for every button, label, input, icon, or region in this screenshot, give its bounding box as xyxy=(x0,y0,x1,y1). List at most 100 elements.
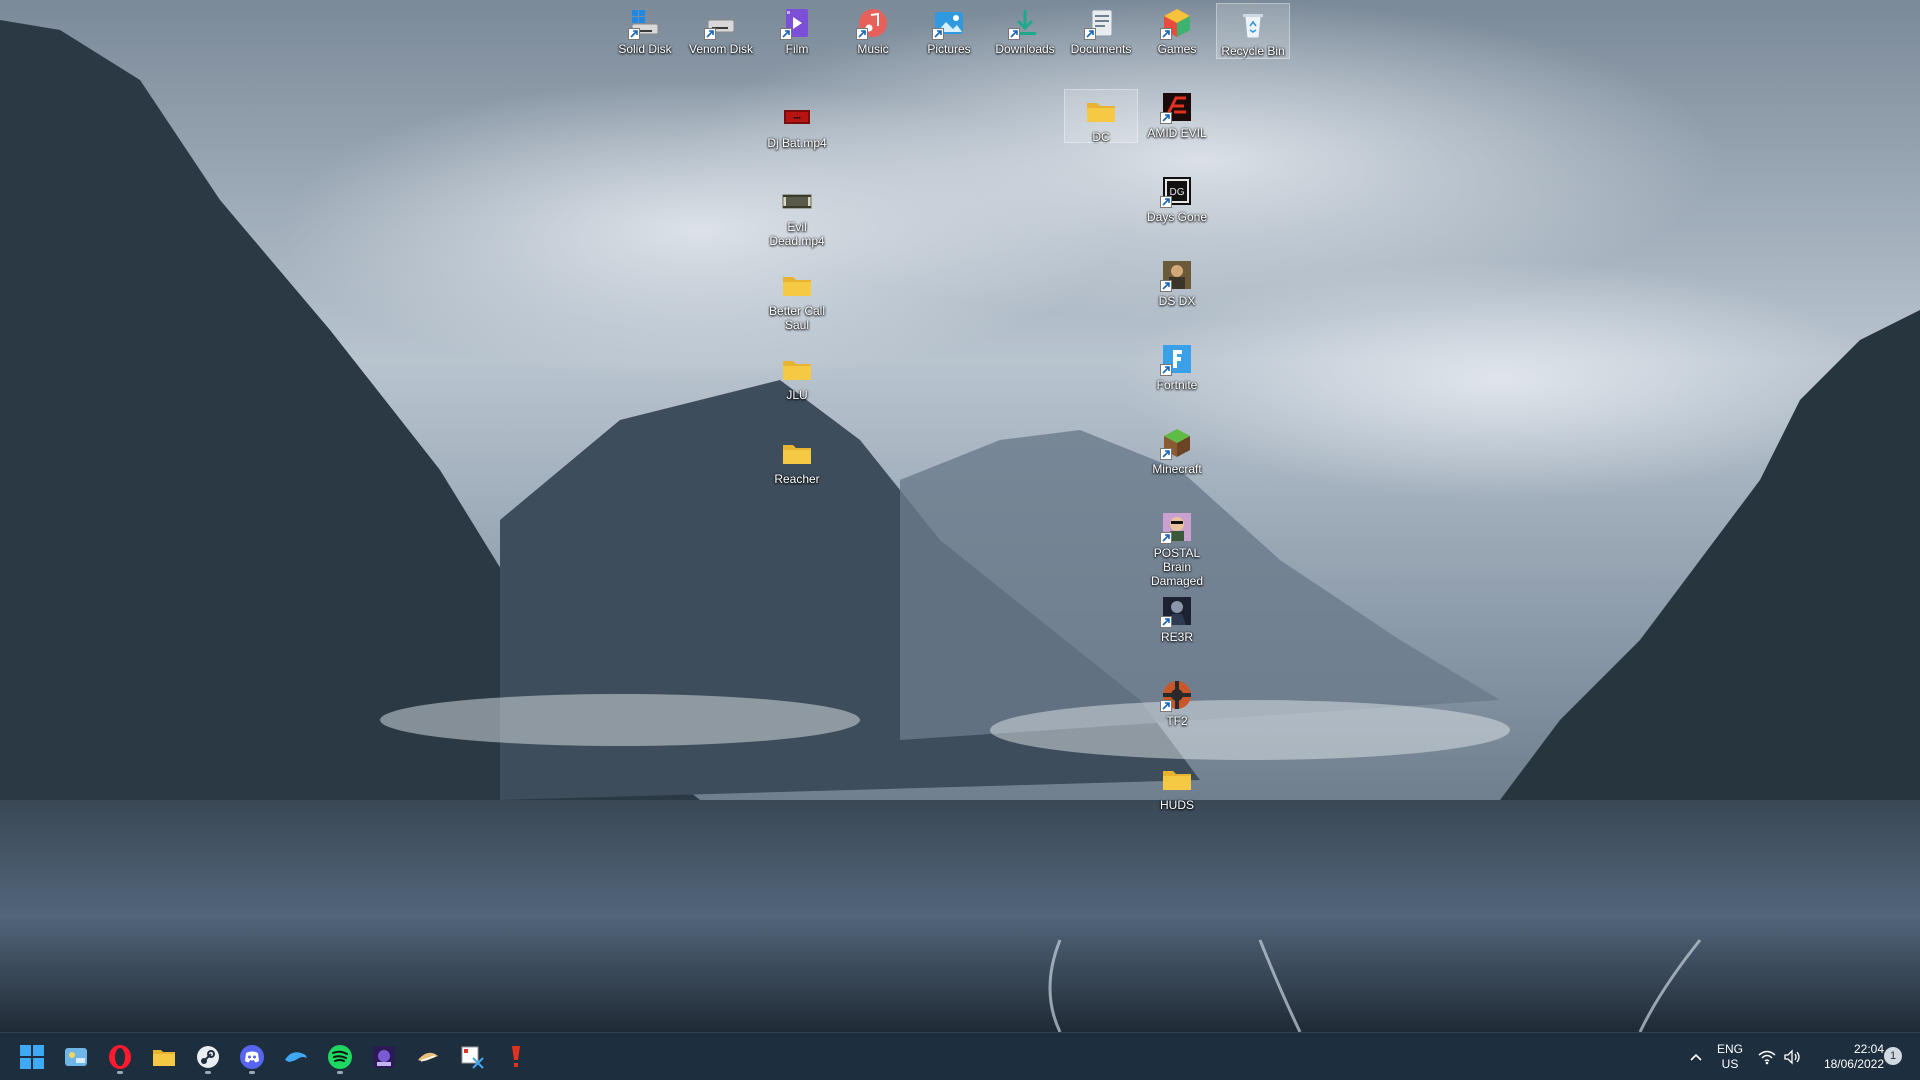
games-shortcut[interactable]: Games xyxy=(1139,2,1215,56)
desktop-icon-label: TF2 xyxy=(1166,714,1188,728)
postal-brain-damaged-shortcut[interactable]: POSTAL Brain Damaged xyxy=(1139,506,1215,588)
shortcut-arrow-icon xyxy=(1084,28,1096,40)
widgets-button[interactable] xyxy=(58,1039,94,1075)
steam-app[interactable] xyxy=(190,1039,226,1075)
volume-button[interactable] xyxy=(1782,1047,1802,1067)
documents-shortcut[interactable]: Documents xyxy=(1063,2,1139,56)
jlu-folder[interactable]: JLU xyxy=(759,348,835,402)
desktop-icon-label: Days Gone xyxy=(1146,210,1208,224)
shortcut-arrow-icon xyxy=(1160,700,1172,712)
folder-icon xyxy=(780,268,814,302)
desktop-wallpaper xyxy=(0,0,1920,1032)
solid-disk-shortcut[interactable]: Solid Disk xyxy=(607,2,683,56)
reacher-folder[interactable]: Reacher xyxy=(759,432,835,486)
pictures-shortcut[interactable]: Pictures xyxy=(911,2,987,56)
desktop-icon-label: Recycle Bin xyxy=(1221,44,1285,58)
discord-app[interactable] xyxy=(234,1039,270,1075)
recycle-bin-icon xyxy=(1236,8,1270,42)
video-file-icon: ▪▪▪ xyxy=(780,100,814,134)
music-folder-icon xyxy=(856,6,890,40)
desktop-icon-label: Minecraft xyxy=(1152,462,1202,476)
venom-disk-shortcut[interactable]: Venom Disk xyxy=(683,2,759,56)
notification-badge[interactable]: 1 xyxy=(1884,1047,1902,1065)
snipping-tool-app[interactable] xyxy=(454,1039,490,1075)
shortcut-arrow-icon xyxy=(932,28,944,40)
ds-dx-shortcut[interactable]: DS DX xyxy=(1139,254,1215,308)
chevron-up-icon xyxy=(1690,1053,1702,1061)
downloads-shortcut[interactable]: Downloads xyxy=(987,2,1063,56)
opera-app[interactable] xyxy=(102,1039,138,1075)
folder-icon xyxy=(780,352,814,386)
file-explorer-app[interactable] xyxy=(146,1039,182,1075)
better-call-saul-folder[interactable]: Better Call Saul xyxy=(759,264,835,332)
music-shortcut[interactable]: Music xyxy=(835,2,911,56)
film-shortcut[interactable]: Film xyxy=(759,2,835,56)
documents-folder-icon xyxy=(1084,6,1118,40)
dolphin-icon xyxy=(285,1052,307,1062)
cloud-app-icon xyxy=(418,1052,438,1062)
language-indicator[interactable]: ENG US xyxy=(1714,1042,1746,1072)
discord-icon xyxy=(240,1045,264,1069)
desktop-icon-label: Documents xyxy=(1070,42,1132,56)
postal-icon xyxy=(1160,510,1194,544)
fortnite-shortcut[interactable]: Fortnite xyxy=(1139,338,1215,392)
minecraft-shortcut[interactable]: Minecraft xyxy=(1139,422,1215,476)
days-gone-shortcut[interactable]: DG Days Gone xyxy=(1139,170,1215,224)
re3r-shortcut[interactable]: RE3R xyxy=(1139,590,1215,644)
taskbar: ENG US 22:04 18/06/2022 1 xyxy=(0,1032,1920,1080)
desktop-icon-label: RE3R xyxy=(1160,630,1193,644)
shortcut-arrow-icon xyxy=(704,28,716,40)
fortnite-icon xyxy=(1160,342,1194,376)
shortcut-arrow-icon xyxy=(1008,28,1020,40)
desktop-icon-label: Evil Dead.mp4 xyxy=(769,220,825,248)
days-gone-icon: DG xyxy=(1160,174,1194,208)
desktop-icon-label: Better Call Saul xyxy=(768,304,826,332)
drive-icon xyxy=(628,6,662,40)
huds-folder[interactable]: HUDS xyxy=(1139,758,1215,812)
dolphin-app[interactable] xyxy=(278,1039,314,1075)
cloud-app[interactable] xyxy=(410,1039,446,1075)
wifi-icon xyxy=(1758,1050,1776,1065)
clock[interactable]: 22:04 18/06/2022 xyxy=(1808,1042,1884,1072)
drive-icon xyxy=(704,6,738,40)
desktop-icon-label: Games xyxy=(1157,42,1197,56)
desktop-icon-label: Venom Disk xyxy=(688,42,754,56)
shortcut-arrow-icon xyxy=(628,28,640,40)
desktop-icon-label: DS DX xyxy=(1158,294,1196,308)
desktop-icon-label: Film xyxy=(785,42,809,56)
shortcut-arrow-icon xyxy=(780,28,792,40)
running-indicator xyxy=(337,1071,343,1074)
opera-icon xyxy=(109,1045,131,1069)
region-code: US xyxy=(1721,1057,1739,1071)
network-button[interactable] xyxy=(1757,1047,1777,1067)
amid-evil-shortcut[interactable]: AMID EVIL xyxy=(1139,86,1215,140)
dc-folder[interactable]: DC xyxy=(1064,89,1138,144)
running-indicator xyxy=(249,1071,255,1074)
shortcut-arrow-icon xyxy=(1160,196,1172,208)
folder-icon xyxy=(780,436,814,470)
speaker-icon xyxy=(1784,1049,1800,1065)
game-launcher-app[interactable] xyxy=(366,1039,402,1075)
desktop-icon-label: Reacher xyxy=(774,472,820,486)
widgets-icon xyxy=(65,1048,87,1066)
evil-dead-video[interactable]: Evil Dead.mp4 xyxy=(759,180,835,248)
start-button[interactable] xyxy=(14,1039,50,1075)
tf2-shortcut[interactable]: TF2 xyxy=(1139,674,1215,728)
desktop-icon-label: HUDS xyxy=(1159,798,1194,812)
ds-dx-icon xyxy=(1160,258,1194,292)
spotify-app[interactable] xyxy=(322,1039,358,1075)
dj-bat-video[interactable]: ▪▪▪ Dj Bat.mp4 xyxy=(759,96,835,150)
show-hidden-icons-button[interactable] xyxy=(1686,1047,1706,1067)
downloads-folder-icon xyxy=(1008,6,1042,40)
shortcut-arrow-icon xyxy=(1160,616,1172,628)
shortcut-arrow-icon xyxy=(1160,280,1172,292)
desktop-icon-label: Downloads xyxy=(995,42,1055,56)
clock-date: 18/06/2022 xyxy=(1823,1057,1884,1071)
shortcut-arrow-icon xyxy=(1160,532,1172,544)
video-file-icon xyxy=(780,184,814,218)
minecraft-icon xyxy=(1160,426,1194,460)
recycle-bin[interactable]: Recycle Bin xyxy=(1216,3,1290,59)
desktop-icon-label: Solid Disk xyxy=(618,42,672,56)
language-code: ENG xyxy=(1716,1042,1743,1056)
red-app[interactable] xyxy=(498,1039,534,1075)
